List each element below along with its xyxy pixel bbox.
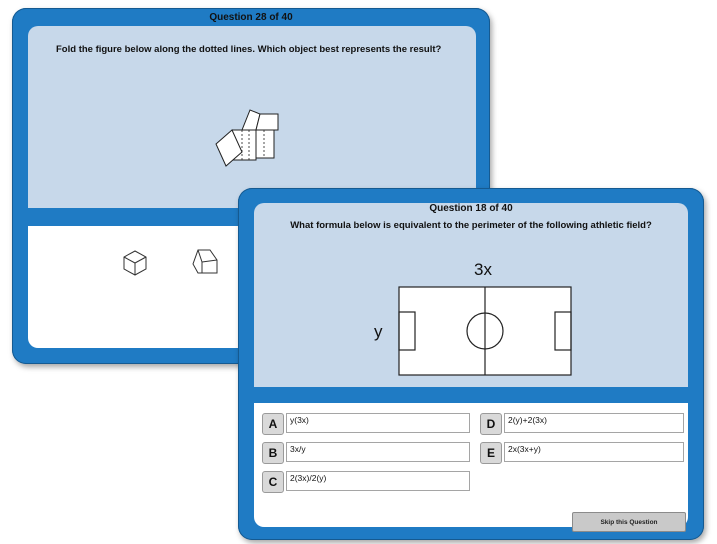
field-width-label: y	[374, 322, 383, 341]
choice-d-answer[interactable]: 2(y)+2(3x)	[504, 413, 684, 433]
back-question-text: Fold the figure below along the dotted l…	[56, 44, 442, 55]
choice-b-answer[interactable]: 3x/y	[286, 442, 470, 462]
answer-shape-1[interactable]	[120, 248, 150, 278]
front-answer-area: A y(3x) D 2(y)+2(3x) B 3x/y E 2x(3x+y) C…	[254, 403, 688, 527]
choice-c-letter[interactable]: C	[262, 471, 284, 493]
folding-net-figure	[215, 109, 279, 167]
answer-shape-2[interactable]	[190, 246, 220, 278]
front-question-text: What formula below is equivalent to the …	[290, 220, 652, 231]
back-question-counter: Question 28 of 40	[209, 12, 293, 23]
choice-e-letter[interactable]: E	[480, 442, 502, 464]
field-length-label: 3x	[474, 260, 492, 279]
back-question-area: Fold the figure below along the dotted l…	[28, 26, 476, 208]
front-question-counter: Question 18 of 40	[429, 203, 513, 214]
choice-c-answer[interactable]: 2(3x)/2(y)	[286, 471, 470, 491]
athletic-field-figure	[398, 286, 572, 376]
skip-question-button[interactable]: Skip this Question	[572, 512, 686, 532]
choice-a-answer[interactable]: y(3x)	[286, 413, 470, 433]
choice-b-letter[interactable]: B	[262, 442, 284, 464]
front-question-window: Question 18 of 40 What formula below is …	[238, 188, 704, 540]
choice-e-answer[interactable]: 2x(3x+y)	[504, 442, 684, 462]
choice-a-letter[interactable]: A	[262, 413, 284, 435]
choice-d-letter[interactable]: D	[480, 413, 502, 435]
